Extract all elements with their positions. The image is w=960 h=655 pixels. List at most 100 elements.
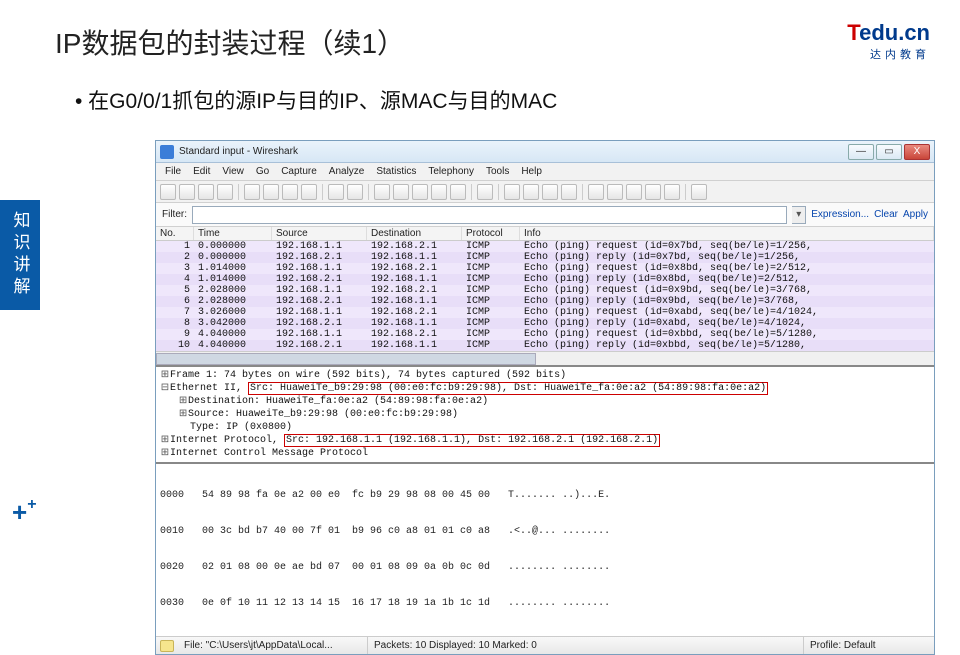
packet-details[interactable]: ⊞Frame 1: 74 bytes on wire (592 bits), 7… [156, 367, 934, 464]
toolbar-icon[interactable] [523, 184, 539, 200]
toolbar-icon[interactable] [374, 184, 390, 200]
horizontal-scrollbar[interactable] [156, 351, 934, 365]
toolbar-icon[interactable] [691, 184, 707, 200]
toolbar-icon[interactable] [263, 184, 279, 200]
cell: 192.168.1.1 [272, 307, 367, 318]
toolbar-icon[interactable] [198, 184, 214, 200]
clear-button[interactable]: Clear [874, 209, 898, 220]
toolbar-icon[interactable] [450, 184, 466, 200]
packet-row[interactable]: 20.000000192.168.2.1192.168.1.1ICMPEcho … [156, 252, 934, 263]
status-icon[interactable] [160, 640, 174, 652]
cell: Echo (ping) reply (id=0x7bd, seq(be/le)=… [520, 252, 934, 263]
cell: 2 [156, 252, 194, 263]
cell: 192.168.2.1 [367, 241, 462, 252]
menu-edit[interactable]: Edit [188, 166, 215, 177]
toolbar-icon[interactable] [542, 184, 558, 200]
packet-row[interactable]: 41.014000192.168.2.1192.168.1.1ICMPEcho … [156, 274, 934, 285]
separator [238, 184, 239, 200]
menu-telephony[interactable]: Telephony [423, 166, 479, 177]
toolbar-icon[interactable] [431, 184, 447, 200]
cell: 8 [156, 318, 194, 329]
col-no[interactable]: No. [156, 227, 194, 240]
app-icon [160, 145, 174, 159]
packet-list[interactable]: No. Time Source Destination Protocol Inf… [156, 227, 934, 367]
cell: 9 [156, 329, 194, 340]
expand-icon[interactable]: ⊞ [160, 369, 170, 382]
cell: ICMP [462, 274, 520, 285]
menu-analyze[interactable]: Analyze [324, 166, 370, 177]
toolbar-icon[interactable] [607, 184, 623, 200]
apply-button[interactable]: Apply [903, 209, 928, 220]
toolbar-icon[interactable] [160, 184, 176, 200]
slide-bullet: • 在G0/0/1抓包的源IP与目的IP、源MAC与目的MAC [75, 85, 557, 115]
menu-statistics[interactable]: Statistics [371, 166, 421, 177]
expression-button[interactable]: Expression... [811, 209, 869, 220]
cell: Echo (ping) request (id=0xabd, seq(be/le… [520, 307, 934, 318]
toolbar-icon[interactable] [217, 184, 233, 200]
cell: 3 [156, 263, 194, 274]
expand-icon[interactable]: ⊞ [178, 408, 188, 421]
maximize-button[interactable]: ▭ [876, 144, 902, 160]
packet-row[interactable]: 31.014000192.168.1.1192.168.2.1ICMPEcho … [156, 263, 934, 274]
separator [322, 184, 323, 200]
hex-row: 0010 00 3c bd b7 40 00 7f 01 b9 96 c0 a8… [160, 526, 930, 538]
hex-pane[interactable]: 0000 54 89 98 fa 0e a2 00 e0 fc b9 29 98… [156, 464, 934, 636]
logo-t: T [847, 20, 859, 45]
filter-input[interactable] [192, 206, 787, 224]
menu-view[interactable]: View [217, 166, 249, 177]
col-source[interactable]: Source [272, 227, 367, 240]
cell: 5 [156, 285, 194, 296]
packet-row[interactable]: 52.028000192.168.1.1192.168.2.1ICMPEcho … [156, 285, 934, 296]
toolbar-icon[interactable] [504, 184, 520, 200]
cell: 192.168.2.1 [272, 296, 367, 307]
toolbar-icon[interactable] [477, 184, 493, 200]
packet-row[interactable]: 94.040000192.168.1.1192.168.2.1ICMPEcho … [156, 329, 934, 340]
expand-icon[interactable]: ⊞ [160, 434, 170, 447]
toolbar-icon[interactable] [561, 184, 577, 200]
col-time[interactable]: Time [194, 227, 272, 240]
toolbar-icon[interactable] [328, 184, 344, 200]
toolbar-icon[interactable] [588, 184, 604, 200]
expand-icon[interactable]: ⊞ [178, 395, 188, 408]
toolbar-icon[interactable] [282, 184, 298, 200]
menu-help[interactable]: Help [516, 166, 547, 177]
cell: ICMP [462, 329, 520, 340]
packet-row[interactable]: 73.026000192.168.1.1192.168.2.1ICMPEcho … [156, 307, 934, 318]
toolbar-icon[interactable] [664, 184, 680, 200]
packet-row[interactable]: 10.000000192.168.1.1192.168.2.1ICMPEcho … [156, 241, 934, 252]
toolbar-icon[interactable] [626, 184, 642, 200]
toolbar-icon[interactable] [301, 184, 317, 200]
cell: Echo (ping) request (id=0xbbd, seq(be/le… [520, 329, 934, 340]
menu-file[interactable]: File [160, 166, 186, 177]
toolbar-icon[interactable] [244, 184, 260, 200]
cell: 192.168.2.1 [272, 274, 367, 285]
detail-src: Source: HuaweiTe_b9:29:98 (00:e0:fc:b9:2… [188, 409, 458, 420]
menu-capture[interactable]: Capture [276, 166, 322, 177]
toolbar-icon[interactable] [393, 184, 409, 200]
packet-row[interactable]: 62.028000192.168.2.1192.168.1.1ICMPEcho … [156, 296, 934, 307]
scroll-thumb[interactable] [156, 353, 536, 365]
toolbar-icon[interactable] [179, 184, 195, 200]
expand-icon[interactable]: ⊞ [160, 447, 170, 460]
close-button[interactable]: X [904, 144, 930, 160]
filter-label: Filter: [162, 209, 187, 220]
logo-sub: 达内教育 [847, 46, 930, 62]
collapse-icon[interactable]: ⊟ [160, 382, 170, 395]
filter-dropdown-icon[interactable]: ▾ [792, 206, 806, 224]
menu-tools[interactable]: Tools [481, 166, 514, 177]
col-protocol[interactable]: Protocol [462, 227, 520, 240]
toolbar-icon[interactable] [347, 184, 363, 200]
toolbar-icon[interactable] [645, 184, 661, 200]
packet-row[interactable]: 104.040000192.168.2.1192.168.1.1ICMPEcho… [156, 340, 934, 351]
logo-rest: edu.cn [859, 20, 930, 45]
col-info[interactable]: Info [520, 227, 934, 240]
menu-go[interactable]: Go [251, 166, 274, 177]
toolbar-icon[interactable] [412, 184, 428, 200]
cell: 2.028000 [194, 296, 272, 307]
minimize-button[interactable]: — [848, 144, 874, 160]
col-destination[interactable]: Destination [367, 227, 462, 240]
titlebar[interactable]: Standard input - Wireshark — ▭ X [156, 141, 934, 163]
packet-row[interactable]: 83.042000192.168.2.1192.168.1.1ICMPEcho … [156, 318, 934, 329]
cell: 2.028000 [194, 285, 272, 296]
cell: 192.168.1.1 [272, 285, 367, 296]
